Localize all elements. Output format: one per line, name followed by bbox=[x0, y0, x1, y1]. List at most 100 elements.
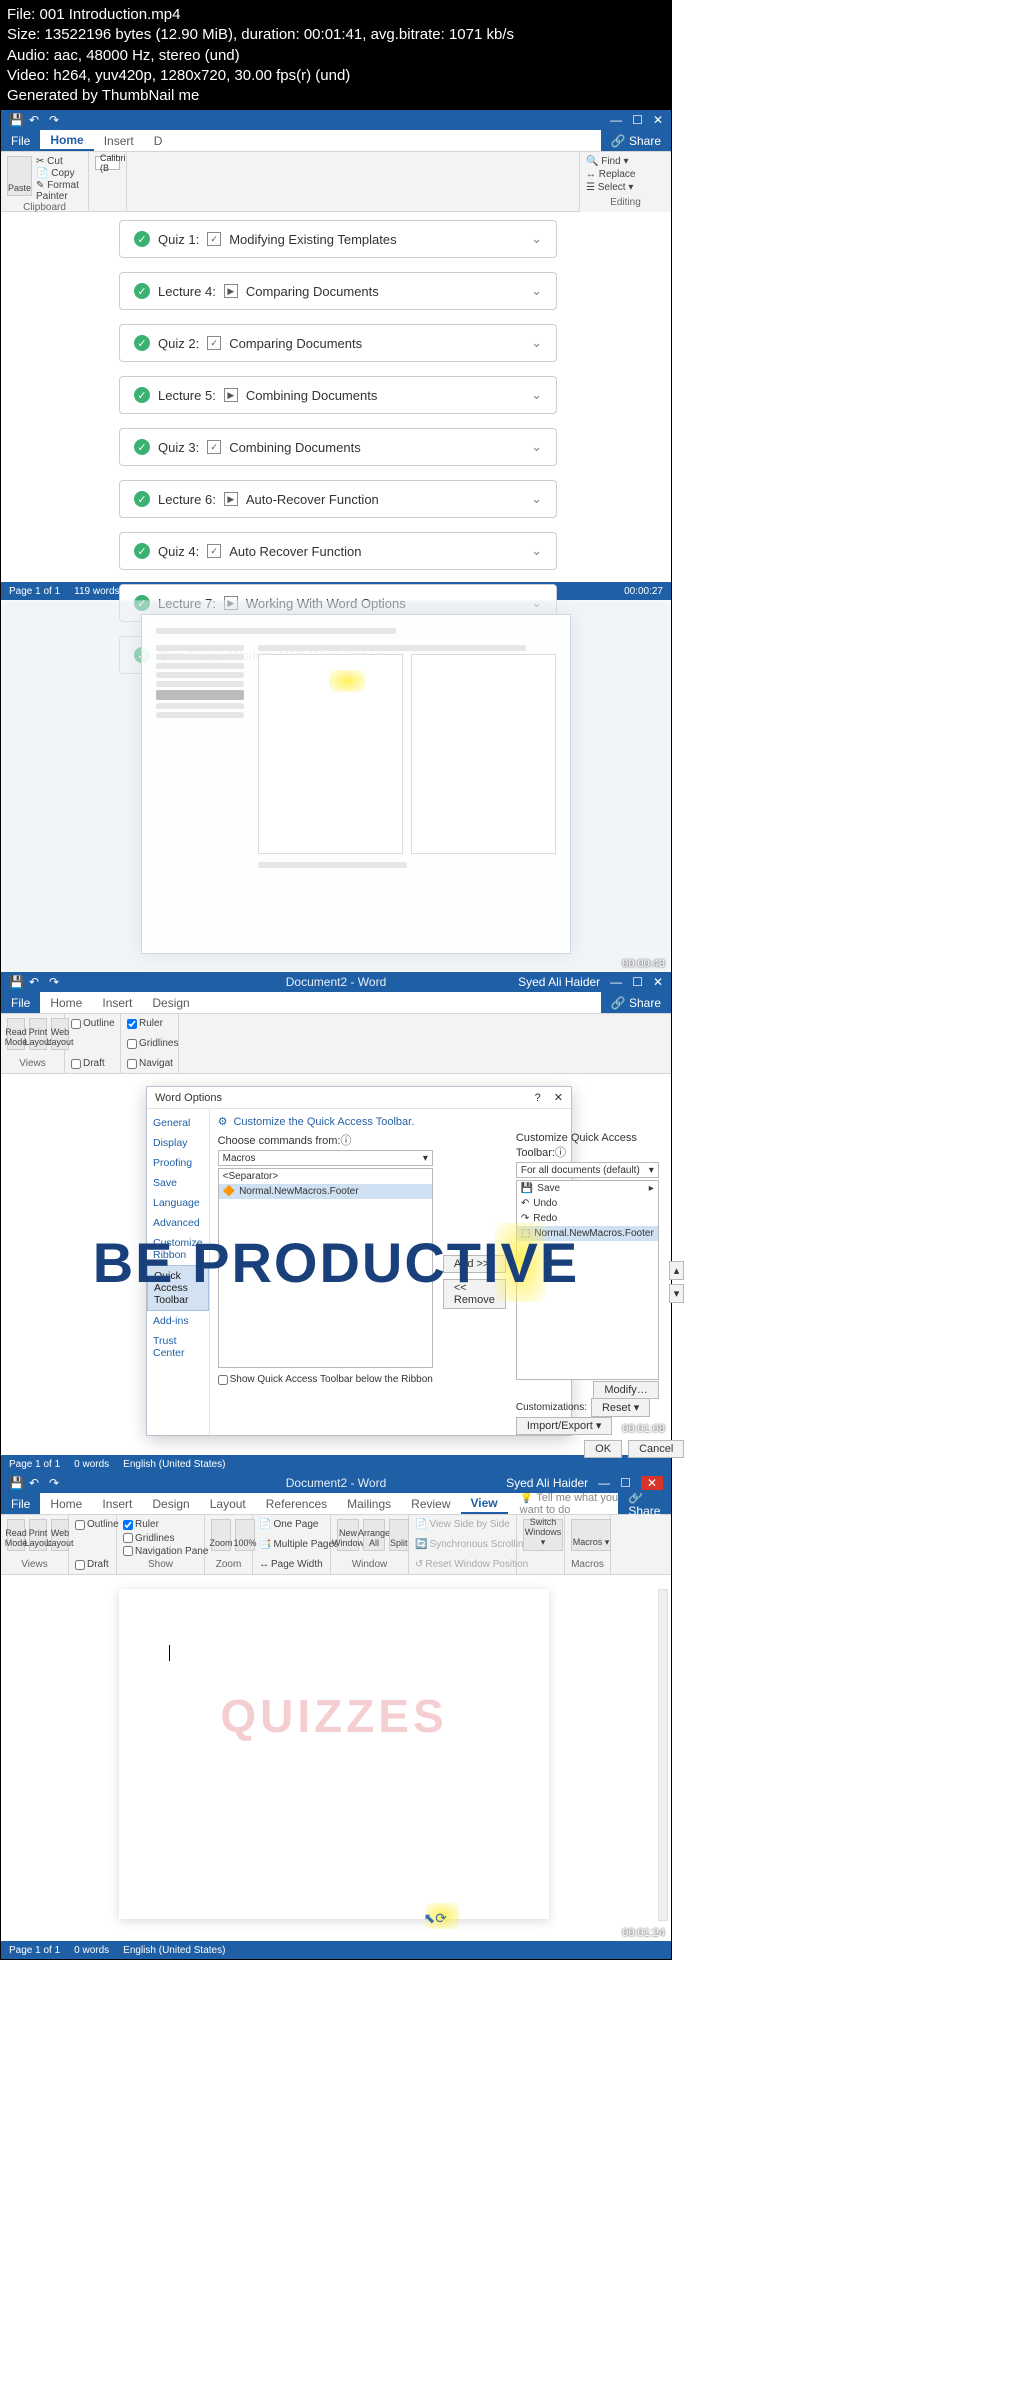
multi-page-button[interactable]: 📑 Multiple Pages bbox=[259, 1539, 324, 1550]
choose-commands-combo[interactable]: Macros▾ bbox=[218, 1150, 433, 1166]
one-page-button[interactable]: 📄 One Page bbox=[259, 1519, 324, 1530]
gridlines-check[interactable] bbox=[127, 1039, 137, 1049]
find-button[interactable]: 🔍 Find ▾ bbox=[586, 156, 665, 167]
remove-button[interactable]: << Remove bbox=[443, 1279, 506, 1309]
home-tab[interactable]: Home bbox=[40, 1493, 92, 1514]
language[interactable]: English (United States) bbox=[123, 1459, 225, 1470]
outline-row[interactable]: ✓Lecture 5:▶Combining Documents⌄ bbox=[119, 376, 557, 414]
nav-language[interactable]: Language bbox=[147, 1193, 209, 1213]
chevron-down-icon[interactable]: ⌄ bbox=[531, 283, 542, 299]
share-button[interactable]: 🔗 Share bbox=[601, 992, 671, 1013]
close-icon[interactable]: ✕ bbox=[653, 975, 663, 989]
min-icon[interactable]: — bbox=[598, 1476, 610, 1490]
chevron-down-icon[interactable]: ⌄ bbox=[531, 543, 542, 559]
macro-item[interactable]: 🔶Normal.NewMacros.Footer bbox=[219, 1184, 432, 1199]
vertical-scrollbar[interactable] bbox=[658, 1589, 668, 1921]
commands-listbox[interactable]: <Separator> 🔶Normal.NewMacros.Footer bbox=[218, 1168, 433, 1368]
undo-icon[interactable]: ↶ bbox=[29, 1476, 43, 1490]
web-layout-button[interactable]: Web Layout bbox=[51, 1519, 69, 1551]
redo-icon[interactable]: ↷ bbox=[49, 1476, 63, 1490]
outline-row[interactable]: ✓Lecture 6:▶Auto-Recover Function⌄ bbox=[119, 480, 557, 518]
outline-row[interactable]: ✓Quiz 2:✓Comparing Documents⌄ bbox=[119, 324, 557, 362]
view-tab[interactable]: View bbox=[461, 1493, 508, 1514]
read-mode-button[interactable]: Read Mode bbox=[7, 1018, 25, 1050]
layout-tab[interactable]: Layout bbox=[200, 1493, 256, 1514]
undo-icon[interactable]: ↶ bbox=[29, 975, 43, 989]
nav-display[interactable]: Display bbox=[147, 1133, 209, 1153]
close-icon[interactable]: ✕ bbox=[653, 113, 663, 127]
outline-check[interactable] bbox=[71, 1019, 81, 1029]
chevron-down-icon[interactable]: ⌄ bbox=[531, 439, 542, 455]
home-tab[interactable]: Home bbox=[40, 130, 93, 151]
qat-item[interactable]: ⬚Normal.NewMacros.Footer bbox=[517, 1226, 658, 1241]
outline-row[interactable]: ✓Quiz 4:✓Auto Recover Function⌄ bbox=[119, 532, 557, 570]
navpane-check[interactable] bbox=[123, 1546, 133, 1556]
undo-icon[interactable]: ↶ bbox=[29, 113, 43, 127]
outline-check[interactable] bbox=[75, 1520, 85, 1530]
show-below-check[interactable] bbox=[218, 1375, 228, 1385]
share-button[interactable]: 🔗 Share bbox=[618, 1493, 671, 1514]
share-button[interactable]: 🔗 Share bbox=[601, 130, 671, 151]
separator-item[interactable]: <Separator> bbox=[219, 1169, 432, 1184]
replace-button[interactable]: ↔ Replace bbox=[586, 169, 665, 180]
nav-customize-ribbon[interactable]: Customize Ribbon bbox=[147, 1233, 209, 1265]
qat-listbox[interactable]: 💾Save▸ ↶Undo ↷Redo ⬚Normal.NewMacros.Foo… bbox=[516, 1180, 659, 1380]
references-tab[interactable]: References bbox=[256, 1493, 337, 1514]
chevron-down-icon[interactable]: ⌄ bbox=[531, 387, 542, 403]
nav-save[interactable]: Save bbox=[147, 1173, 209, 1193]
save-icon[interactable]: 💾 bbox=[9, 113, 23, 127]
copy-button[interactable]: 📄 Copy bbox=[36, 168, 82, 179]
save-icon[interactable]: 💾 bbox=[9, 975, 23, 989]
max-icon[interactable]: ☐ bbox=[632, 975, 643, 989]
review-tab[interactable]: Review bbox=[401, 1493, 460, 1514]
file-tab[interactable]: File bbox=[1, 1493, 40, 1514]
word-count[interactable]: 119 words bbox=[74, 586, 119, 597]
insert-tab[interactable]: Insert bbox=[92, 1493, 142, 1514]
tell-me[interactable]: 💡 Tell me what you want to do bbox=[508, 1491, 619, 1516]
word-count[interactable]: 0 words bbox=[74, 1459, 109, 1470]
max-icon[interactable]: ☐ bbox=[620, 1476, 631, 1490]
outline-row[interactable]: ✓ Quiz 1: ✓ Modifying Existing Templates… bbox=[119, 220, 557, 258]
min-icon[interactable]: — bbox=[610, 975, 622, 989]
qat-item[interactable]: ↶Undo bbox=[517, 1196, 658, 1211]
close-icon[interactable]: ✕ bbox=[641, 1476, 663, 1490]
move-down-button[interactable]: ▾ bbox=[669, 1284, 685, 1303]
document-page[interactable]: QUIZZES bbox=[119, 1589, 549, 1919]
ruler-check[interactable] bbox=[127, 1019, 137, 1029]
ok-button[interactable]: OK bbox=[584, 1440, 622, 1458]
nav-advanced[interactable]: Advanced bbox=[147, 1213, 209, 1233]
insert-tab[interactable]: Insert bbox=[94, 130, 144, 151]
file-tab[interactable]: File bbox=[1, 130, 40, 151]
read-mode-button[interactable]: Read Mode bbox=[7, 1519, 25, 1551]
nav-general[interactable]: General bbox=[147, 1113, 209, 1133]
qat-item[interactable]: 💾Save▸ bbox=[517, 1181, 658, 1196]
qat-item[interactable]: ↷Redo bbox=[517, 1211, 658, 1226]
split-button[interactable]: Split bbox=[389, 1519, 409, 1551]
reset-button[interactable]: Reset ▾ bbox=[591, 1398, 650, 1417]
select-button[interactable]: ☰ Select ▾ bbox=[586, 182, 665, 193]
draft-check[interactable] bbox=[71, 1059, 81, 1069]
max-icon[interactable]: ☐ bbox=[632, 113, 643, 127]
home-tab[interactable]: Home bbox=[40, 992, 92, 1013]
move-up-button[interactable]: ▴ bbox=[669, 1261, 685, 1280]
file-tab[interactable]: File bbox=[1, 992, 40, 1013]
mailings-tab[interactable]: Mailings bbox=[337, 1493, 401, 1514]
design-tab[interactable]: Design bbox=[142, 992, 199, 1013]
draft-check[interactable] bbox=[75, 1560, 85, 1570]
page-width-button[interactable]: ↔ Page Width bbox=[259, 1559, 324, 1570]
hundred-button[interactable]: 100% bbox=[235, 1519, 255, 1551]
page-indicator[interactable]: Page 1 of 1 bbox=[9, 1459, 60, 1470]
switch-windows-button[interactable]: Switch Windows ▾ bbox=[523, 1519, 563, 1551]
min-icon[interactable]: — bbox=[610, 113, 622, 127]
format-painter-button[interactable]: ✎ Format Painter bbox=[36, 180, 82, 202]
design-tab[interactable]: Design bbox=[142, 1493, 199, 1514]
chevron-down-icon[interactable]: ⌄ bbox=[531, 335, 542, 351]
design-tab-short[interactable]: D bbox=[144, 130, 173, 151]
zoom-button[interactable]: Zoom bbox=[211, 1519, 231, 1551]
nav-trust-center[interactable]: Trust Center bbox=[147, 1331, 209, 1363]
ruler-check[interactable] bbox=[123, 1520, 133, 1530]
gridlines-check[interactable] bbox=[123, 1533, 133, 1543]
cancel-button[interactable]: Cancel bbox=[628, 1440, 684, 1458]
print-layout-button[interactable]: Print Layout bbox=[29, 1519, 47, 1551]
print-layout-button[interactable]: Print Layout bbox=[29, 1018, 47, 1050]
